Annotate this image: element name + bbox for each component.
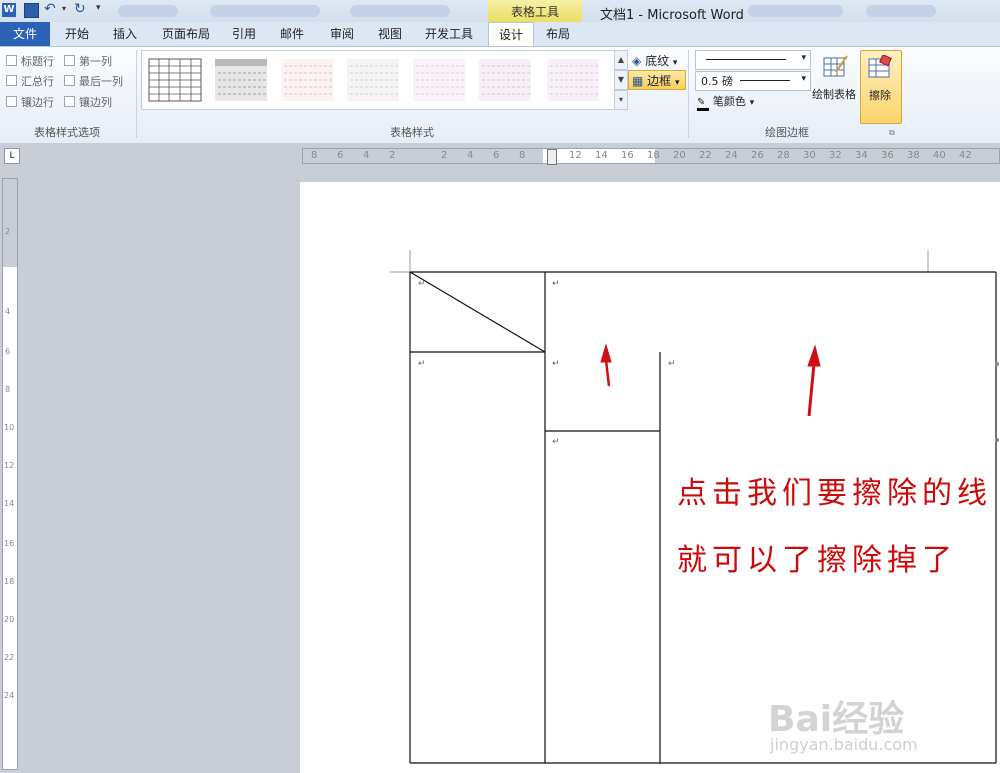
document-table[interactable]: ↵ ↵ ↵ ↵ ↵ ↵ xyxy=(0,0,1000,773)
svg-text:↵: ↵ xyxy=(552,437,560,447)
svg-text:↵: ↵ xyxy=(418,359,426,369)
arrow-up-icon xyxy=(807,344,821,367)
svg-text:↵: ↵ xyxy=(668,359,676,369)
watermark-url: jingyan.baidu.com xyxy=(770,735,918,754)
svg-text:↵: ↵ xyxy=(552,359,560,369)
arrow-up-icon xyxy=(600,343,612,363)
table-diagonal-line xyxy=(409,271,546,353)
instruction-text-line1: 点击我们要擦除的线 xyxy=(677,476,992,511)
instruction-text-line2: 就可以了擦除掉了 xyxy=(677,543,957,578)
svg-text:↵: ↵ xyxy=(552,279,560,289)
svg-text:↵: ↵ xyxy=(418,279,426,289)
